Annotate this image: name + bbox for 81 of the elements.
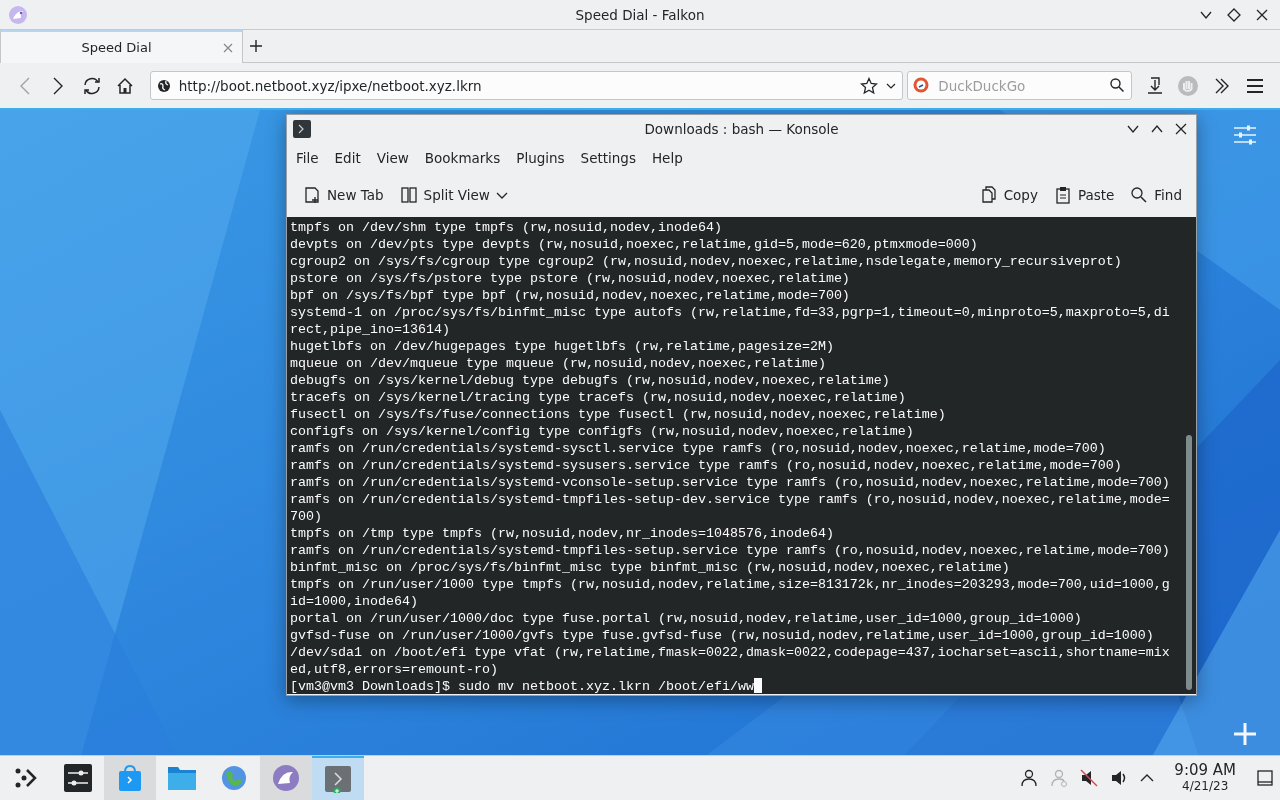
terminal-line: /dev/sda1 on /boot/efi type vfat (rw,relatime,fmask=0022,dmask=0022,codepage=437,iocharset=ascii,shortname=mix [290, 644, 1170, 661]
scrollbar-thumb[interactable] [1186, 435, 1192, 690]
window-title: Downloads : bash — Konsole [644, 120, 839, 137]
terminal-line: ramfs on /run/credentials/systemd-vconsole-setup.service type ramfs (ro,nosuid,nodev,noexec,relatime,mode=700) [290, 474, 1170, 491]
search-icon [1109, 77, 1126, 93]
terminal-line: systemd-1 on /proc/sys/fs/binfmt_misc type autofs (rw,relatime,fd=33,pgrp=1,timeout=0,minproto=5,maxproto=5,di [290, 304, 1170, 321]
terminal-line: tmpfs on /dev/shm type tmpfs (rw,nosuid,nodev,inode64) [290, 219, 722, 236]
menu-item[interactable]: Edit [326, 149, 369, 166]
show-desktop-icon [1256, 769, 1274, 787]
terminal-line: pstore on /sys/fs/pstore type pstore (rw,nosuid,nodev,noexec,relatime) [290, 270, 850, 287]
terminal-line: ramfs on /run/credentials/systemd-sysctl.service type ramfs (ro,nosuid,nodev,noexec,relatime,mode=700) [290, 440, 1106, 457]
terminal-line: portal on /run/user/1000/doc type fuse.portal (rw,nosuid,nodev,relatime,user_id=1000,group_id=1000) [290, 610, 1082, 627]
menu-item[interactable]: Bookmarks [416, 149, 509, 166]
terminal-line: devpts on /dev/pts type devpts (rw,nosuid,noexec,relatime,gid=5,mode=620,ptmxmode=000) [290, 236, 978, 253]
terminal-line: ramfs on /run/credentials/systemd-sysusers.service type ramfs (ro,nosuid,nodev,noexec,relatime,mode=700) [290, 457, 1122, 474]
toolbar-button[interactable]: Copy [971, 182, 1046, 208]
terminal-line: 700) [290, 508, 322, 525]
terminal-line: ramfs on /run/credentials/systemd-tmpfiles-setup-dev.service type ramfs (ro,nosuid,nodev,noexec,relatime,mode= [290, 491, 1170, 508]
reload-icon [81, 75, 102, 96]
terminal-line: cgroup2 on /sys/fs/cgroup type cgroup2 (rw,nosuid,nodev,noexec,relatime,nsdelegate,memory_recursiveprot) [290, 253, 1122, 270]
window-title: Speed Dial - Falkon [575, 6, 705, 23]
terminal-line: fusectl on /sys/fs/fuse/connections type fusectl (rw,nosuid,nodev,noexec,relatime) [290, 406, 946, 423]
menu-item[interactable]: Settings [572, 149, 644, 166]
menu-item[interactable]: View [368, 149, 417, 166]
search-field[interactable]: DuckDuckGo [907, 71, 1133, 100]
terminal-line: debugfs on /sys/kernel/debug type debugfs (rw,nosuid,nodev,noexec,relatime) [290, 372, 890, 389]
search-icon [1130, 186, 1149, 204]
star-icon [860, 76, 879, 95]
terminal-line: rect,pipe_ino=13614) [290, 321, 450, 338]
clock-date[interactable]: 4/21/23 [1182, 778, 1229, 794]
terminal-line: tmpfs on /run/user/1000 type tmpfs (rw,nosuid,nodev,relatime,size=813172k,nr_inodes=203293,mode=700,uid=1000,g [290, 576, 1170, 593]
toolbar-button[interactable]: Find [1122, 182, 1190, 208]
close-icon [223, 42, 233, 53]
close-icon [1255, 7, 1269, 22]
diamond-icon [1227, 7, 1241, 22]
menu-icon [1246, 77, 1265, 94]
clipboard-icon [1053, 186, 1072, 204]
new-tab-icon [303, 186, 321, 204]
terminal-icon [324, 765, 352, 793]
user-icon [1020, 769, 1039, 787]
menu-item[interactable]: File [288, 149, 327, 166]
sliders-icon [1233, 124, 1257, 146]
terminal-line: tracefs on /sys/kernel/tracing type tracefs (rw,nosuid,nodev,noexec,relatime) [290, 389, 906, 406]
close-icon [1175, 122, 1187, 135]
plus-icon [1233, 722, 1257, 746]
folder-icon [167, 764, 197, 792]
split-view-icon [399, 186, 418, 204]
terminal-line: ed,utf8,errors=remount-ro) [290, 661, 498, 678]
browser-tab[interactable]: Speed Dial [0, 30, 243, 63]
toolbar-button[interactable]: New Tab [295, 182, 392, 208]
muted-speaker-icon [1080, 769, 1099, 787]
terminal-line: ramfs on /run/credentials/systemd-tmpfiles-setup.service type ramfs (ro,nosuid,nodev,noexec,relatime,mode=700) [290, 542, 1170, 559]
falkon-logo-icon [272, 764, 300, 792]
falkon-logo-icon [8, 4, 28, 25]
clock-time[interactable]: 9:09 AM [1174, 762, 1236, 778]
terminal-line: mqueue on /dev/mqueue type mqueue (rw,nosuid,nodev,noexec,relatime) [290, 355, 826, 372]
copy-icon [979, 186, 998, 204]
text-cursor [753, 678, 762, 693]
address-field[interactable]: http://boot.netboot.xyz/ipxe/netboot.xyz.lkrn [149, 71, 904, 100]
terminal-line: configfs on /sys/kernel/config type configfs (rw,nosuid,nodev,noexec,relatime) [290, 423, 914, 440]
launcher-icon [14, 766, 38, 790]
user-icon [1050, 769, 1069, 787]
menu-item[interactable]: Help [643, 149, 691, 166]
terminal-line: id=1000,inode64) [290, 593, 418, 610]
download-icon [1145, 75, 1165, 96]
terminal-icon [293, 119, 311, 138]
toolbar-button[interactable]: Split View [391, 182, 516, 208]
terminal-line: hugetlbfs on /dev/hugepages type hugetlbfs (rw,relatime,pagesize=2M) [290, 338, 834, 355]
command-line: [vm3@vm3 Downloads]$ sudo mv netboot.xyz.lkrn /boot/efi/ww [290, 679, 754, 694]
toolbar-button[interactable]: Paste [1045, 182, 1123, 208]
terminal-line: gvfsd-fuse on /run/user/1000/gvfs type fuse.gvfsd-fuse (rw,nosuid,nodev,relatime,user_id=1000,group_id=1000) [290, 627, 1154, 644]
terminal-line: bpf on /sys/fs/bpf type bpf (rw,nosuid,nodev,noexec,relatime,mode=700) [290, 287, 850, 304]
sliders-icon [64, 764, 92, 792]
plus-icon [249, 39, 263, 53]
hand-icon [1177, 74, 1200, 97]
add-dial-button[interactable] [1232, 721, 1258, 747]
terminal-line: tmpfs on /tmp type tmpfs (rw,nosuid,nodev,nr_inodes=1048576,inode64) [290, 525, 834, 542]
menu-item[interactable]: Plugins [508, 149, 573, 166]
shopping-bag-icon [116, 764, 144, 792]
terminal-line: binfmt_misc on /proc/sys/fs/binfmt_misc type binfmt_misc (rw,nosuid,nodev,noexec,relatime) [290, 559, 1010, 576]
home-icon [116, 76, 135, 95]
